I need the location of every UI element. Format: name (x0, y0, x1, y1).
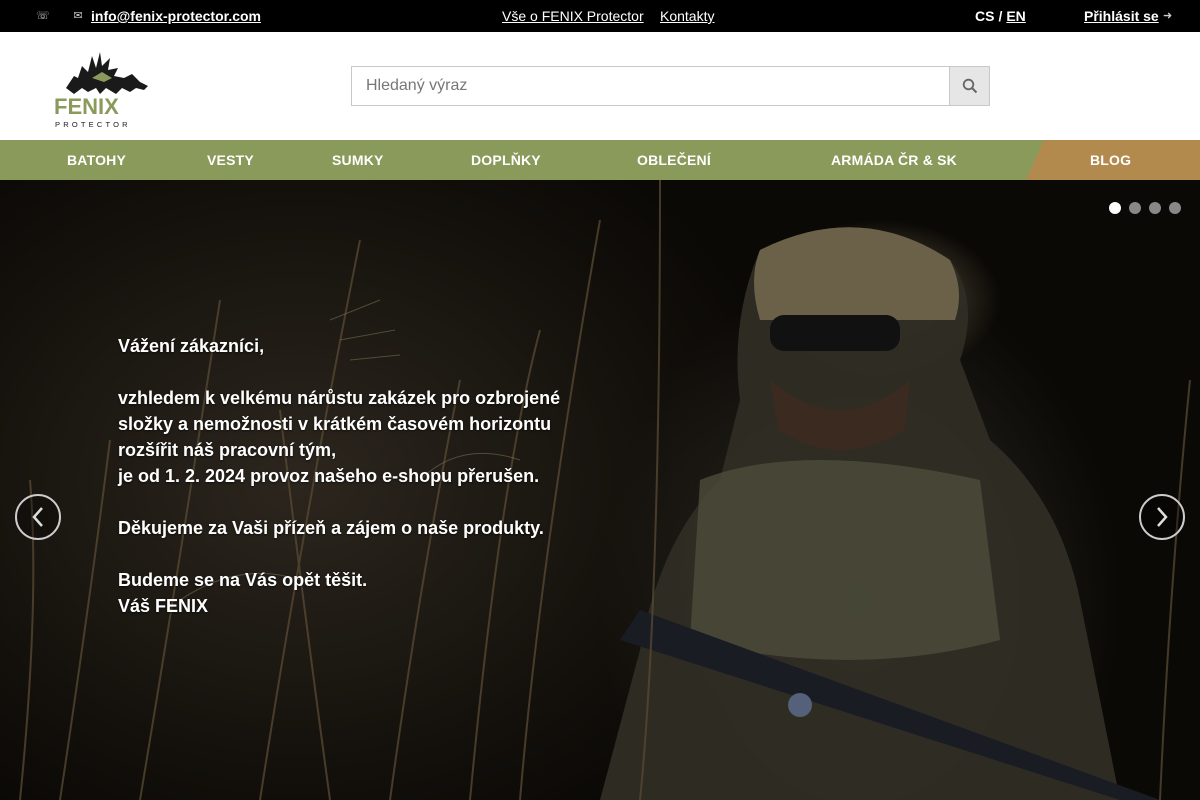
about-link[interactable]: Vše o FENIX Protector (502, 8, 644, 24)
main-navigation: BATOHY VESTY SUMKY DOPLŇKY OBLEČENÍ ARMÁ… (0, 140, 1200, 180)
email-link[interactable]: info@fenix-protector.com (91, 8, 261, 24)
announcement-signature: Váš FENIX (118, 596, 209, 616)
search-input[interactable] (352, 67, 950, 105)
contacts-link[interactable]: Kontakty (660, 8, 714, 24)
chevron-left-icon (32, 507, 43, 527)
announcement-blank (118, 489, 560, 515)
nav-item-batohy[interactable]: BATOHY (67, 140, 126, 180)
slider-dot-1[interactable] (1109, 202, 1121, 214)
announcement-text: Vážení zákazníci, vzhledem k velkému nár… (118, 333, 560, 619)
announcement-blank (118, 541, 560, 567)
slider-next-button[interactable] (1139, 494, 1185, 540)
hero-slider: Vážení zákazníci, vzhledem k velkému nár… (0, 180, 1200, 800)
lang-en[interactable]: EN (1006, 8, 1025, 24)
login-link[interactable]: Přihlásit se (1084, 8, 1159, 24)
slider-dot-4[interactable] (1169, 202, 1181, 214)
nav-item-sumky[interactable]: SUMKY (332, 140, 384, 180)
search-bar (351, 66, 990, 106)
announcement-line: je od 1. 2. 2024 provoz našeho e-shopu p… (118, 466, 540, 486)
phone-icon[interactable]: ☏ (36, 9, 50, 23)
slider-dot-3[interactable] (1149, 202, 1161, 214)
announcement-line: Budeme se na Vás opět těšit. (118, 570, 368, 590)
nav-item-doplnky[interactable]: DOPLŇKY (471, 140, 541, 180)
announcement-line: rozšířit náš pracovní tým, (118, 440, 337, 460)
fenix-logo-graphic: FENIX PROTECTOR (54, 52, 148, 129)
announcement-blank (118, 359, 560, 385)
nav-item-blog[interactable]: BLOG (1090, 140, 1131, 180)
lang-separator: / (998, 8, 1003, 24)
announcement-line: Děkujeme za Vaši přízeň a zájem o naše p… (118, 518, 544, 538)
logo-brand-text: FENIX (54, 94, 119, 119)
slider-dot-2[interactable] (1129, 202, 1141, 214)
announcement-line: složky a nemožnosti v krátkém časovém ho… (118, 414, 552, 434)
nav-item-vesty[interactable]: VESTY (207, 140, 254, 180)
language-switcher: CS / EN (975, 8, 1026, 24)
search-icon (962, 78, 977, 94)
fenix-logo[interactable]: FENIX PROTECTOR (52, 48, 158, 129)
top-bar: ☏ ✉ info@fenix-protector.com Vše o FENIX… (0, 0, 1200, 32)
logo-sub-text: PROTECTOR (55, 120, 131, 128)
sign-in-icon[interactable]: ➜ (1163, 9, 1172, 22)
slider-prev-button[interactable] (15, 494, 61, 540)
header: FENIX PROTECTOR (0, 32, 1200, 140)
nav-item-armada[interactable]: ARMÁDA ČR & SK (831, 140, 957, 180)
announcement-line: Vážení zákazníci, (118, 336, 265, 356)
announcement-line: vzhledem k velkému nárůstu zakázek pro o… (118, 388, 561, 408)
search-button[interactable] (949, 67, 989, 105)
envelope-icon: ✉ (73, 10, 83, 22)
nav-item-obleceni[interactable]: OBLEČENÍ (637, 140, 711, 180)
chevron-right-icon (1157, 507, 1168, 527)
lang-cs[interactable]: CS (975, 8, 994, 24)
